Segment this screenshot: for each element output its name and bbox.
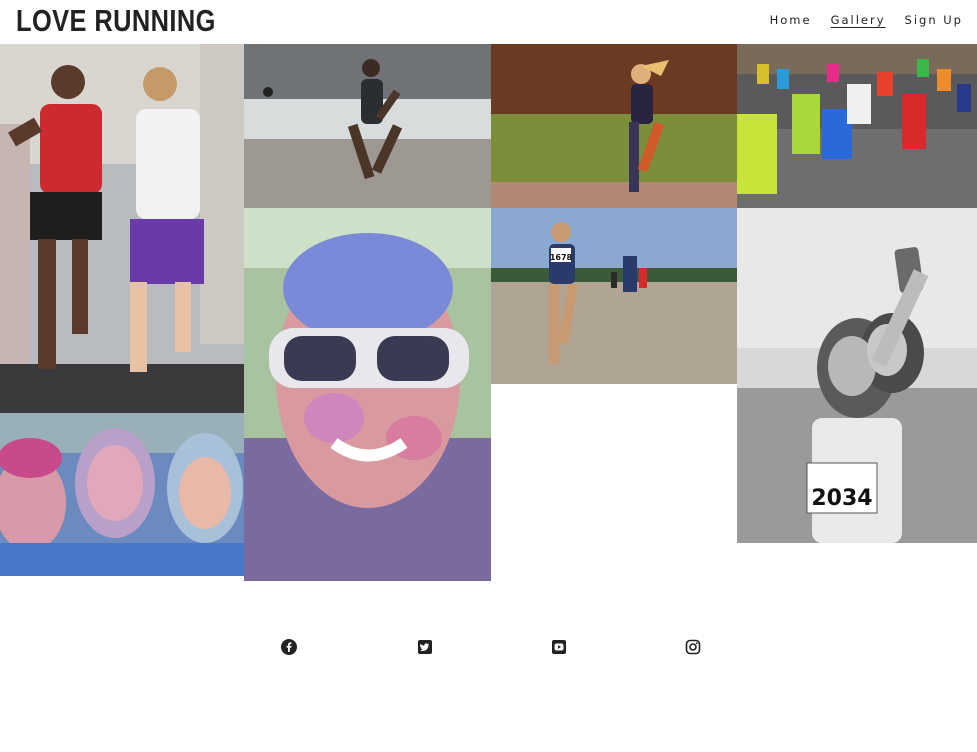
- twitter-icon[interactable]: [417, 639, 433, 655]
- gallery-photo-color-run-women[interactable]: [0, 413, 244, 576]
- facebook-icon[interactable]: [281, 639, 297, 655]
- main-nav: Home Gallery Sign Up: [770, 13, 963, 27]
- gallery-photo-marathon-crowd[interactable]: [737, 44, 977, 208]
- bib-number-1678: 1678: [550, 253, 573, 262]
- bib-number-2034: 2034: [811, 486, 872, 511]
- gallery-photo-color-run-man[interactable]: [244, 208, 491, 581]
- gallery-photo-track-runners[interactable]: [0, 44, 244, 413]
- youtube-icon[interactable]: [551, 639, 567, 655]
- nav-item-home[interactable]: Home: [770, 13, 812, 27]
- gallery-photo-grass-runner[interactable]: [491, 44, 737, 208]
- gallery-photo-beach-triathlete[interactable]: [244, 44, 491, 208]
- instagram-icon[interactable]: [685, 639, 701, 655]
- nav-item-sign-up[interactable]: Sign Up: [905, 13, 963, 27]
- gallery-photo-dirt-road-runner[interactable]: 1678: [491, 208, 737, 384]
- nav-item-gallery[interactable]: Gallery: [831, 13, 886, 27]
- social-links: [0, 639, 977, 659]
- site-logo[interactable]: LOVE RUNNING: [16, 3, 216, 39]
- gallery-photo-bw-selfie[interactable]: 2034: [737, 208, 977, 543]
- site-header: LOVE RUNNING Home Gallery Sign Up: [0, 0, 977, 44]
